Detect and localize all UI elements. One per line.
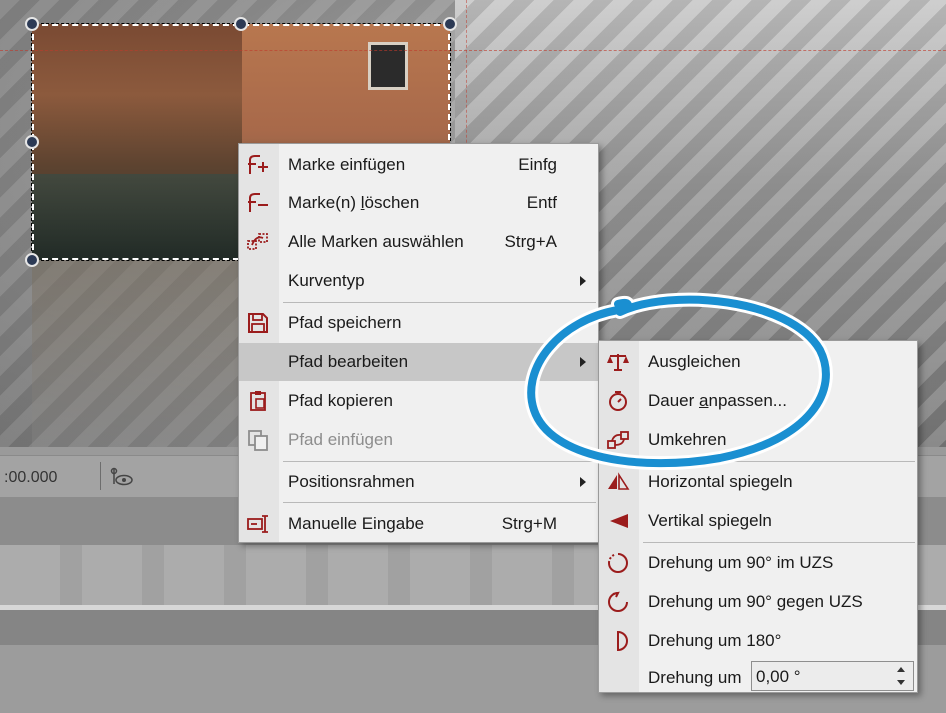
paste-icon xyxy=(248,430,268,451)
resize-handle-top[interactable] xyxy=(234,17,248,31)
submenu-arrow-icon xyxy=(580,477,586,487)
rotation-angle-spinbox[interactable]: 0,00 ° xyxy=(751,661,914,691)
flip-horizontal-icon xyxy=(608,472,630,490)
submenu-arrow-icon xyxy=(580,276,586,286)
submenu-item-vertikal-spiegeln[interactable]: Vertikal spiegeln xyxy=(599,502,917,540)
menu-separator xyxy=(643,542,915,543)
flip-vertical-icon xyxy=(610,514,628,528)
manual-input-icon xyxy=(247,515,268,533)
time-display: :00.000 xyxy=(4,469,58,486)
menu-item-marke-einfuegen[interactable]: Marke einfügen Einfg xyxy=(239,146,598,184)
save-disk-icon xyxy=(248,313,268,333)
spin-up-icon[interactable] xyxy=(897,667,905,672)
submenu-item-drehung-uzs[interactable]: Drehung um 90° im UZS xyxy=(599,544,917,582)
resize-handle-top-left[interactable] xyxy=(25,17,39,31)
submenu-item-drehung-180[interactable]: Drehung um 180° xyxy=(599,622,917,660)
rotate-counterclockwise-icon xyxy=(608,591,628,612)
menu-item-alle-marken[interactable]: Alle Marken auswählen Strg+A xyxy=(239,223,598,261)
resize-handle-bottom-left[interactable] xyxy=(25,253,39,267)
select-all-markers-icon xyxy=(247,233,268,250)
highlight-circle-annotation xyxy=(524,292,833,470)
submenu-item-drehung-gegen-uzs[interactable]: Drehung um 90° gegen UZS xyxy=(599,583,917,621)
rotate-clockwise-icon xyxy=(607,553,628,573)
resize-handle-top-right[interactable] xyxy=(443,17,457,31)
submenu-item-drehung-um: Drehung um 0,00 ° xyxy=(599,659,917,697)
rotate-180-icon xyxy=(617,630,628,652)
toolbar-divider xyxy=(100,462,101,490)
copy-clipboard-icon xyxy=(250,391,266,411)
resize-handle-left[interactable] xyxy=(25,135,39,149)
add-marker-icon xyxy=(248,155,268,174)
visibility-eye-icon[interactable] xyxy=(108,466,134,488)
menu-item-marke-loeschen[interactable]: Marke(n) löschen Entf xyxy=(239,184,598,222)
menu-separator xyxy=(283,502,596,503)
spin-down-icon[interactable] xyxy=(897,680,905,685)
delete-marker-icon xyxy=(248,193,268,212)
menu-item-manuelle-eingabe[interactable]: Manuelle Eingabe Strg+M xyxy=(239,505,598,543)
